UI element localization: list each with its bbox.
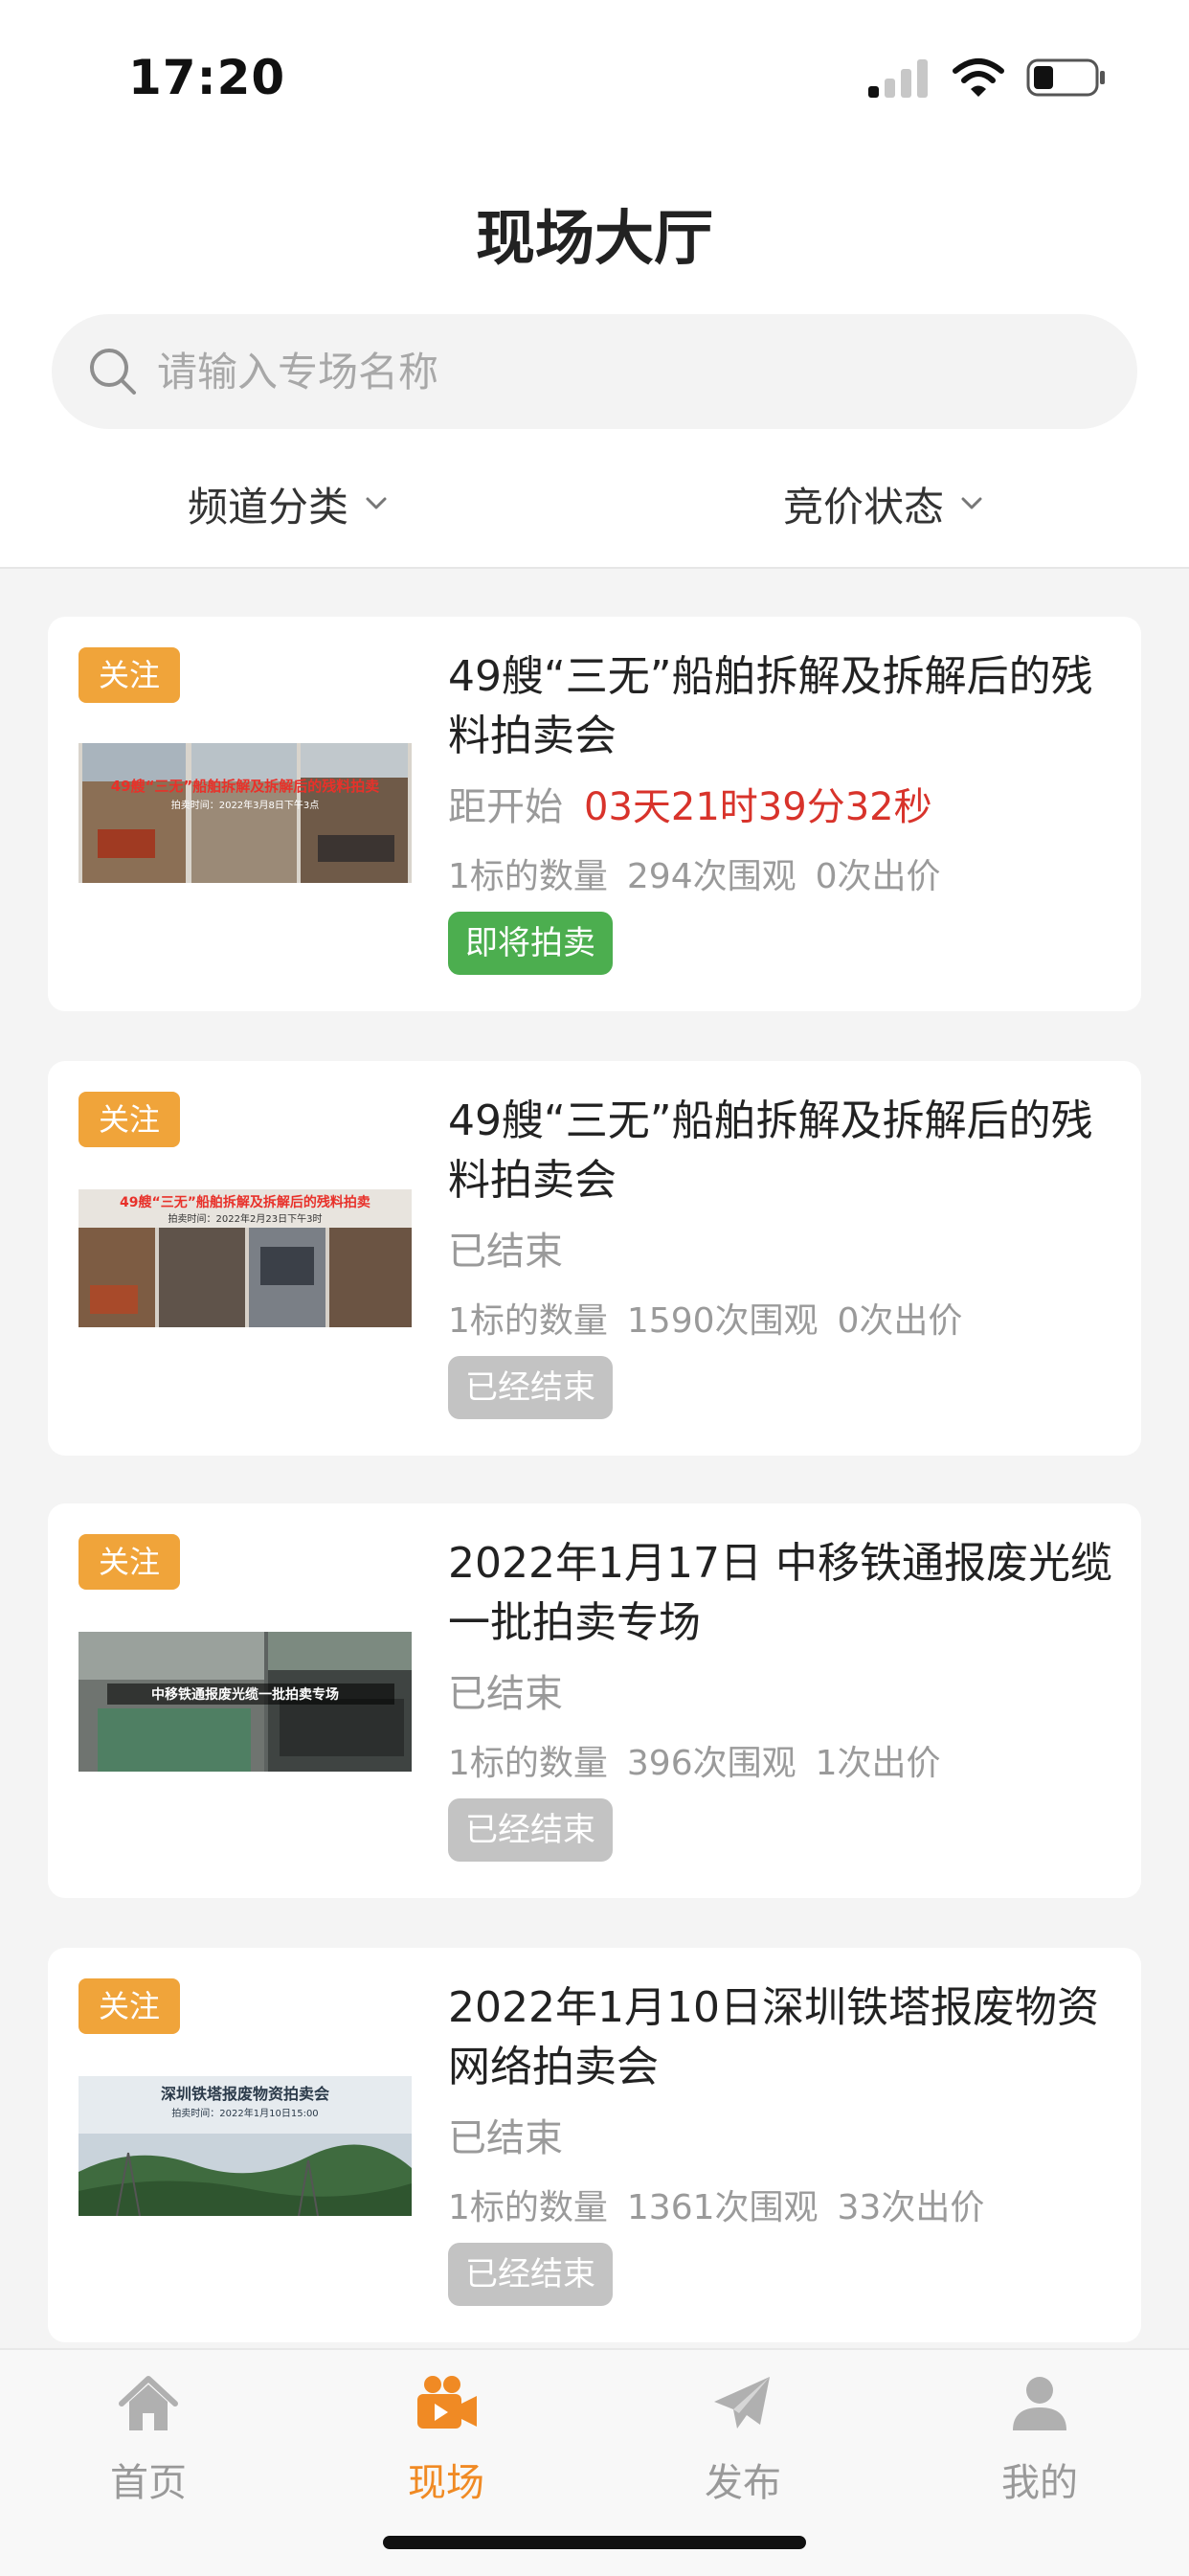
status-label: 已结束 — [448, 1230, 563, 1274]
view-count: 396次围观 — [626, 1744, 796, 1783]
auction-stats: 1标的数量 294次围观 0次出价 — [448, 848, 960, 898]
thumbnail-banner-text: 49艘“三无”船舶拆解及拆解后的残料拍卖 — [120, 1194, 370, 1210]
auction-stats: 1标的数量 396次围观 1次出价 — [448, 1735, 960, 1785]
auction-thumbnail: 深圳铁塔报废物资拍卖会 拍卖时间：2022年1月10日15:00 — [79, 2076, 412, 2216]
thumbnail-banner-text: 深圳铁塔报废物资拍卖会 — [161, 2085, 329, 2103]
thumbnail-sub-text: 拍卖时间：2022年3月8日下午3点 — [171, 799, 320, 811]
status-label: 已结束 — [448, 2116, 563, 2160]
signal-icon — [868, 59, 930, 98]
auction-title: 49艘“三无”船舶拆解及拆解后的残料拍卖会 — [448, 1096, 1093, 1205]
tab-home-label: 首页 — [110, 2461, 187, 2505]
search-input[interactable] — [157, 314, 1095, 429]
status-label: 已结束 — [448, 1672, 563, 1716]
auction-card[interactable]: 关注 49艘“三无”船舶拆解及拆解后的残料拍卖 拍卖时间：2022年3月8日下午… — [48, 617, 1141, 1011]
lot-count: 1标的数量 — [448, 857, 608, 896]
paper-plane-icon — [714, 2377, 770, 2429]
view-count: 294次围观 — [626, 857, 796, 896]
wifi-icon — [953, 58, 1004, 97]
chevron-down-icon — [366, 497, 387, 509]
view-count: 1361次围观 — [626, 2188, 819, 2227]
follow-button[interactable]: 关注 — [79, 647, 180, 703]
auction-card[interactable]: 关注 49艘“三无”船舶拆解及拆解后的残料拍卖 拍卖时间：2022年2月23日下… — [48, 1061, 1141, 1456]
auction-thumbnail: 49艘“三无”船舶拆解及拆解后的残料拍卖 拍卖时间：2022年3月8日下午3点 — [79, 743, 412, 883]
tab-mine-label: 我的 — [1001, 2461, 1078, 2505]
home-icon — [119, 2376, 178, 2430]
auction-status-line: 已结束 — [448, 1662, 563, 1718]
follow-button[interactable]: 关注 — [79, 1534, 180, 1590]
tab-publish[interactable]: 发布 — [647, 2369, 839, 2507]
video-camera-icon — [417, 2376, 477, 2429]
auction-title: 49艘“三无”船舶拆解及拆解后的残料拍卖会 — [448, 652, 1093, 760]
auction-title: 2022年1月10日深圳铁塔报废物资网络拍卖会 — [448, 1983, 1099, 2091]
thumbnail-sub-text: 拍卖时间：2022年1月10日15:00 — [171, 2107, 318, 2119]
follow-button[interactable]: 关注 — [79, 1978, 180, 2034]
auction-stats: 1标的数量 1590次围观 0次出价 — [448, 1293, 981, 1343]
battery-icon — [1026, 58, 1105, 97]
lot-count: 1标的数量 — [448, 1744, 608, 1783]
search-icon — [90, 349, 136, 395]
bid-count: 0次出价 — [815, 857, 941, 896]
lot-count: 1标的数量 — [448, 2188, 608, 2227]
status-badge: 已经结束 — [448, 1798, 613, 1862]
page-title: 现场大厅 — [475, 203, 713, 273]
tab-mine[interactable]: 我的 — [944, 2369, 1135, 2507]
channel-filter-label: 频道分类 — [188, 483, 349, 531]
auction-title: 2022年1月17日 中移铁通报废光缆一批拍卖专场 — [448, 1539, 1112, 1647]
tab-live-label: 现场 — [408, 2461, 484, 2505]
thumbnail-sub-text: 拍卖时间：2022年2月23日下午3时 — [168, 1212, 323, 1225]
auction-status-line: 距开始 03天21时39分32秒 — [448, 776, 932, 831]
countdown-timer: 03天21时39分32秒 — [584, 785, 932, 829]
person-icon — [1013, 2377, 1066, 2430]
thumbnail-banner-text: 中移铁通报废光缆一批拍卖专场 — [151, 1686, 339, 1703]
status-badge: 已经结束 — [448, 1356, 613, 1419]
auction-thumbnail: 中移铁通报废光缆一批拍卖专场 — [79, 1632, 412, 1772]
lot-count: 1标的数量 — [448, 1301, 608, 1341]
header-area: 17:20 现场大厅 频道分类 竞价状态 — [0, 0, 1189, 569]
auction-status-line: 已结束 — [448, 2107, 563, 2162]
bid-status-filter-label: 竞价状态 — [783, 483, 945, 531]
auction-thumbnail: 49艘“三无”船舶拆解及拆解后的残料拍卖 拍卖时间：2022年2月23日下午3时 — [79, 1189, 412, 1327]
tab-home[interactable]: 首页 — [53, 2369, 244, 2507]
channel-filter-dropdown[interactable]: 频道分类 — [188, 469, 391, 538]
tab-publish-label: 发布 — [705, 2461, 781, 2505]
auction-card[interactable]: 关注 中移铁通报废光缆一批拍卖专场 2022年1月17日 中移铁通报废光缆一批拍… — [48, 1503, 1141, 1898]
status-badge: 已经结束 — [448, 2243, 613, 2306]
status-time: 17:20 — [128, 50, 286, 105]
thumbnail-banner-text: 49艘“三无”船舶拆解及拆解后的残料拍卖 — [111, 778, 380, 795]
tab-live[interactable]: 现场 — [350, 2369, 542, 2507]
auction-card[interactable]: 关注 深圳铁塔报废物资拍卖会 拍卖时间：2022年1月10日15:00 2022… — [48, 1948, 1141, 2342]
bid-count: 0次出价 — [837, 1301, 963, 1341]
follow-button[interactable]: 关注 — [79, 1092, 180, 1147]
auction-stats: 1标的数量 1361次围观 33次出价 — [448, 2180, 1003, 2229]
status-label: 距开始 — [448, 785, 563, 829]
chevron-down-icon — [961, 497, 982, 509]
status-badge: 即将拍卖 — [448, 912, 613, 975]
auction-status-line: 已结束 — [448, 1220, 563, 1276]
search-bar[interactable] — [52, 314, 1137, 429]
bid-count: 33次出价 — [837, 2188, 985, 2227]
home-indicator — [383, 2536, 806, 2549]
view-count: 1590次围观 — [626, 1301, 819, 1341]
bid-count: 1次出价 — [815, 1744, 941, 1783]
bid-status-filter-dropdown[interactable]: 竞价状态 — [783, 469, 986, 538]
